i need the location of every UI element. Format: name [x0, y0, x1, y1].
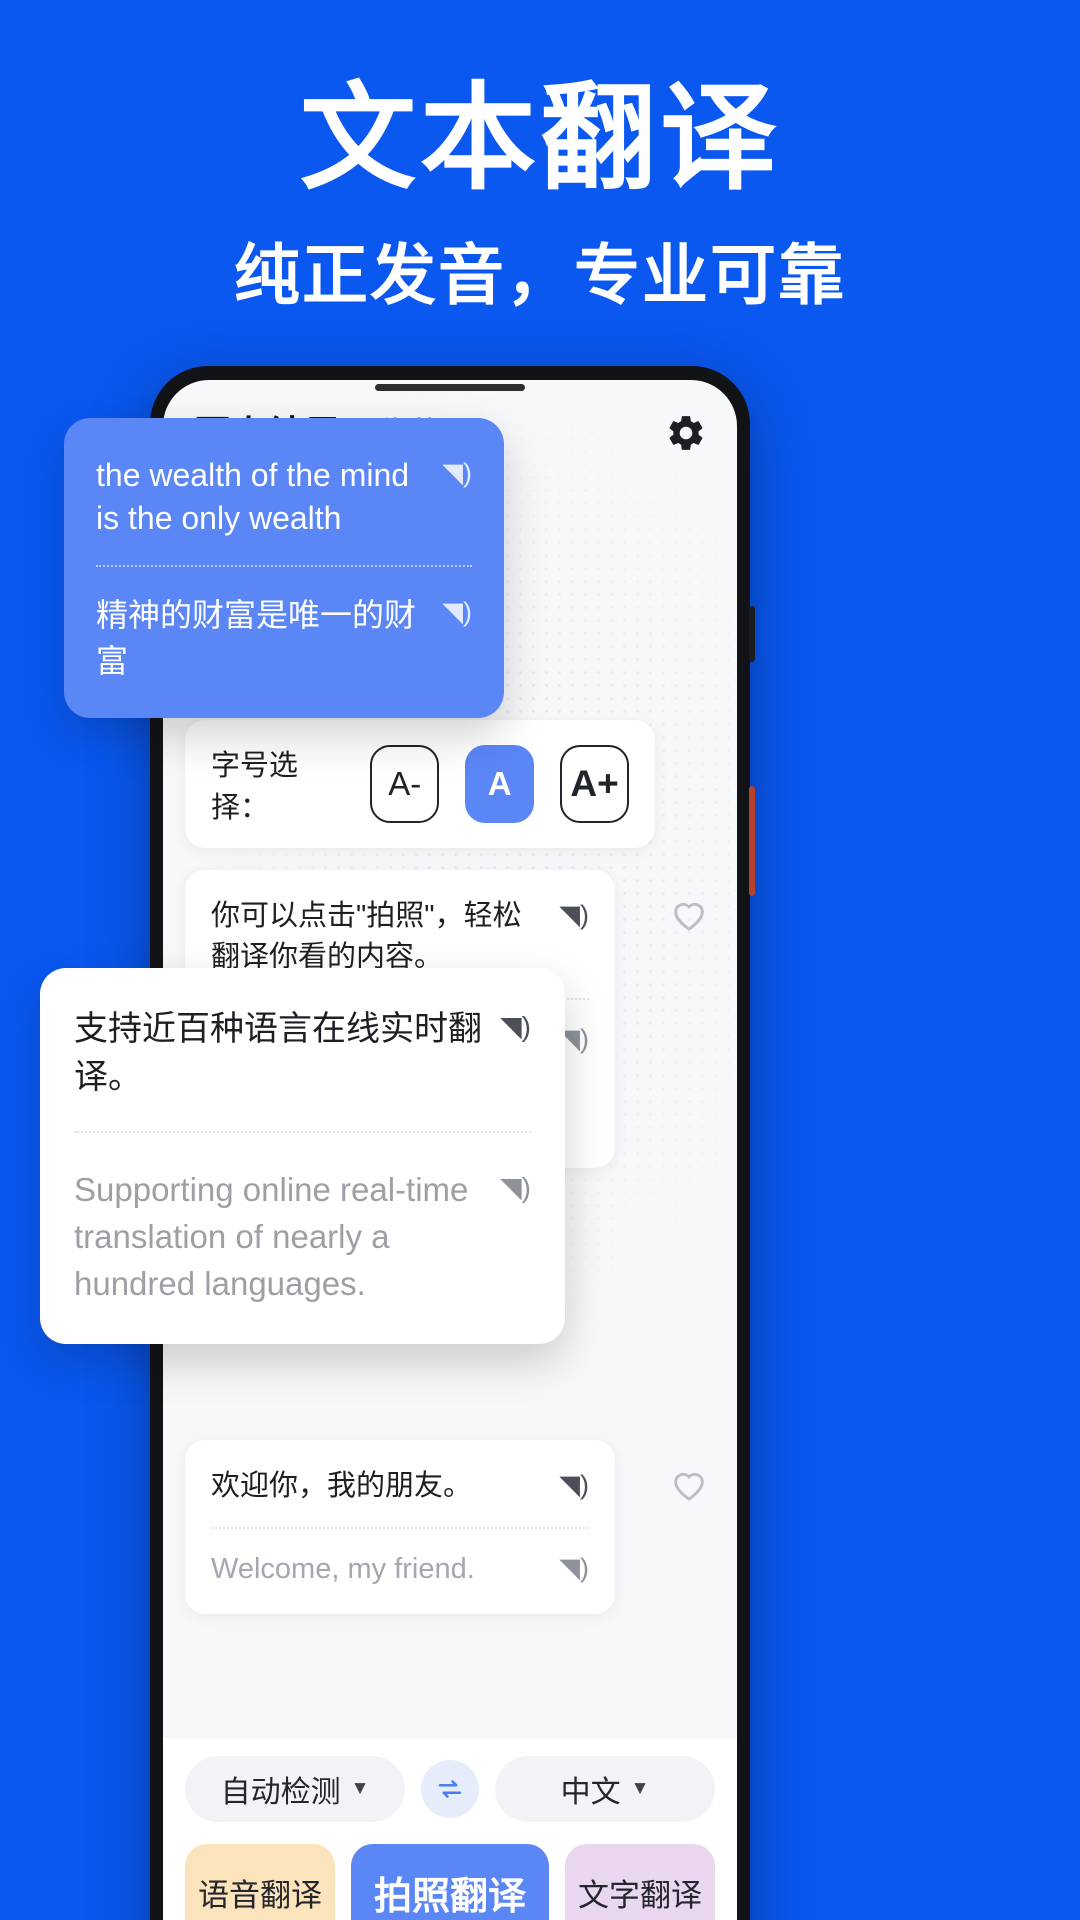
source-line: 支持近百种语言在线实时翻译。 ◥) [74, 1006, 531, 1101]
heart-icon[interactable] [667, 892, 711, 936]
source-line: 欢迎你，我的朋友。 ◥) [211, 1466, 589, 1507]
phone-volume-button [749, 606, 755, 662]
chevron-down-icon: ▼ [350, 1778, 370, 1799]
voice-translate-button[interactable]: 语音翻译 [185, 1844, 335, 1920]
font-size-selector: 字号选择： A- A A+ [185, 720, 655, 848]
table-row[interactable]: 欢迎你，我的朋友。 ◥) Welcome, my friend. ◥) [185, 1439, 715, 1615]
target-language-label: 中文 [560, 1776, 621, 1809]
target-text: Supporting online real-time translation … [74, 1171, 469, 1302]
source-language-label: 自动检测 [220, 1776, 341, 1809]
speaker-icon[interactable]: ◥) [559, 1549, 589, 1584]
text-translate-button[interactable]: 文字翻译 [565, 1844, 715, 1920]
source-language-select[interactable]: 自动检测 ▼ [185, 1756, 405, 1822]
phone-power-button [749, 786, 755, 896]
source-line: 你可以点击"拍照"，轻松翻译你看的内容。 ◥) [211, 896, 589, 978]
page-subtitle: 纯正发音，专业可靠 [234, 238, 846, 312]
target-language-select[interactable]: 中文 ▼ [495, 1756, 715, 1822]
source-text: 你可以点击"拍照"，轻松翻译你看的内容。 [211, 900, 522, 974]
phone-earpiece [375, 384, 525, 391]
speaker-icon[interactable]: ◥) [500, 1006, 531, 1043]
font-size-row: 字号选择： A- A A+ [185, 720, 715, 848]
bottom-bar: 自动检测 ▼ 中文 ▼ 语音翻译 拍照翻译 文字翻译 [163, 1738, 737, 1920]
history-card[interactable]: 欢迎你，我的朋友。 ◥) Welcome, my friend. ◥) [185, 1439, 615, 1615]
target-line: 精神的财富是唯一的财富 ◥) [96, 593, 472, 684]
photo-translate-button[interactable]: 拍照翻译 [351, 1844, 549, 1920]
source-text: 支持近百种语言在线实时翻译。 [74, 1010, 482, 1096]
card-divider [211, 1527, 589, 1530]
speaker-icon[interactable]: ◥) [500, 1167, 531, 1204]
callout-card-white[interactable]: 支持近百种语言在线实时翻译。 ◥) Supporting online real… [40, 968, 565, 1344]
speaker-icon[interactable]: ◥) [442, 454, 472, 489]
source-line: the wealth of the mind is the only wealt… [96, 454, 472, 539]
font-size-decrease-button[interactable]: A- [370, 745, 440, 823]
font-size-label: 字号选择： [211, 750, 299, 824]
action-button-row: 语音翻译 拍照翻译 文字翻译 [185, 1844, 715, 1920]
font-size-increase-button[interactable]: A+ [560, 745, 629, 823]
speaker-icon[interactable]: ◥) [442, 593, 472, 628]
chevron-down-icon: ▼ [630, 1778, 650, 1799]
speaker-icon[interactable]: ◥) [559, 1466, 589, 1501]
source-text: the wealth of the mind is the only wealt… [96, 457, 410, 536]
language-selector-row: 自动检测 ▼ 中文 ▼ [185, 1756, 715, 1822]
source-text: 欢迎你，我的朋友。 [211, 1469, 473, 1502]
card-divider [74, 1131, 531, 1134]
poster-stage: 文本翻译 纯正发音，专业可靠 历史结果 收藏 [0, 0, 1080, 1920]
heart-icon[interactable] [667, 1462, 711, 1506]
swap-arrows-icon[interactable] [421, 1760, 479, 1818]
callout-card-blue[interactable]: the wealth of the mind is the only wealt… [64, 418, 504, 718]
font-size-normal-button[interactable]: A [465, 745, 535, 823]
target-text: Welcome, my friend. [211, 1553, 475, 1586]
gear-icon[interactable] [665, 412, 707, 454]
target-line: Welcome, my friend. ◥) [211, 1549, 589, 1590]
page-title: 文本翻译 [300, 73, 780, 203]
card-divider [96, 565, 472, 568]
target-text: 精神的财富是唯一的财富 [96, 597, 417, 679]
speaker-icon[interactable]: ◥) [559, 896, 589, 931]
target-line: Supporting online real-time translation … [74, 1167, 531, 1308]
